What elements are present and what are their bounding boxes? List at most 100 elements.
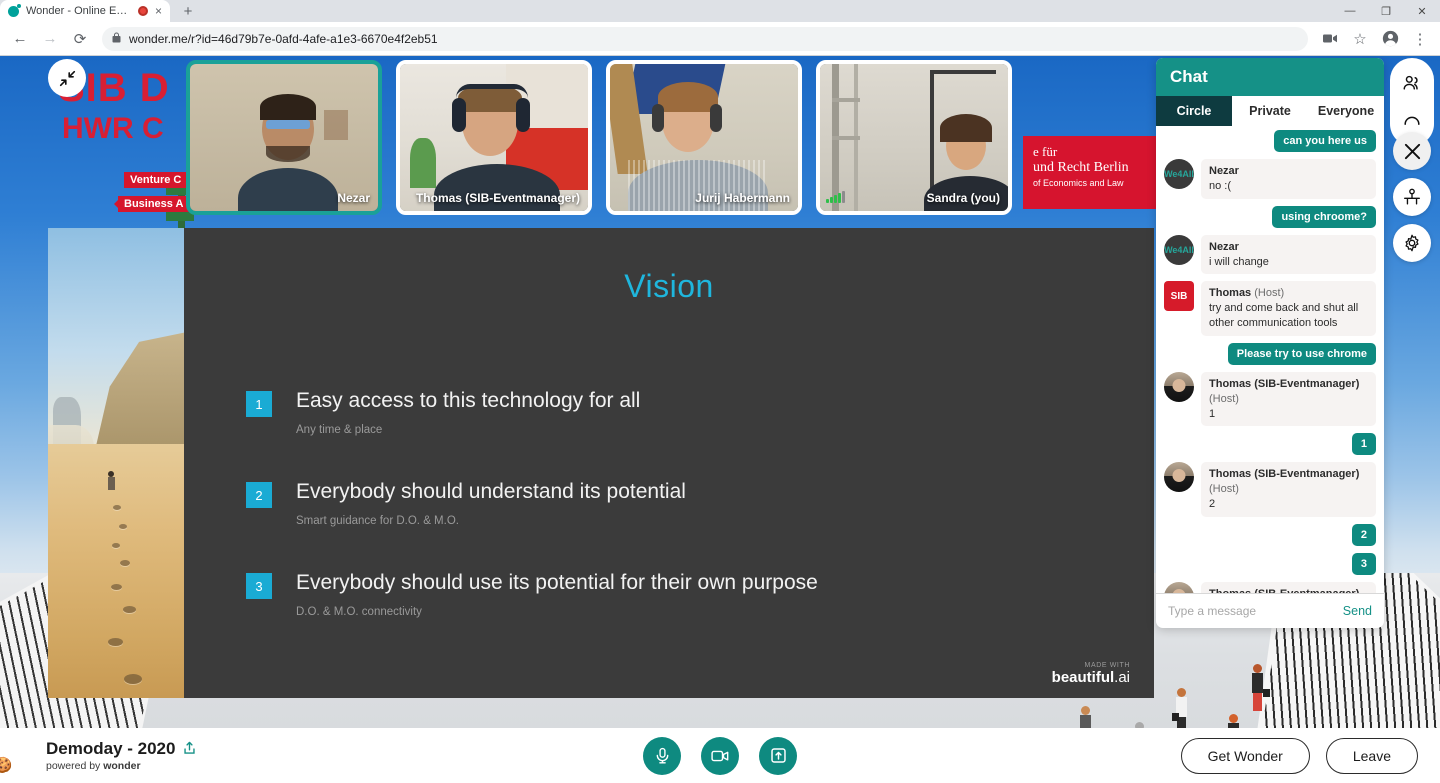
brand-tld: .ai xyxy=(1114,669,1130,686)
new-tab-button[interactable]: + xyxy=(178,4,198,19)
chat-message-list[interactable]: can you here us We4All Nezar no :( using… xyxy=(1156,126,1384,593)
tab-title: Wonder - Online Events xyxy=(26,5,131,17)
video-tile[interactable]: Nezar xyxy=(186,60,382,215)
slide-title: Vision xyxy=(624,268,714,304)
chat-message-incoming: Thomas (SIB-Eventmanager) (Host) 2 xyxy=(1164,462,1376,517)
chat-author-role: (Host) xyxy=(1209,392,1239,405)
bullet-number: 3 xyxy=(246,573,272,599)
avatar[interactable]: 🍪 xyxy=(0,743,24,783)
video-tile[interactable]: Jurij Habermann xyxy=(606,60,802,215)
slide-content: Vision 1 Easy access to this technology … xyxy=(184,228,1154,698)
back-icon[interactable]: ← xyxy=(6,25,34,53)
camera-button[interactable] xyxy=(701,736,739,775)
poster-line-2: und Recht Berlin xyxy=(1033,160,1129,175)
chat-author: Thomas (SIB-Eventmanager) xyxy=(1209,468,1360,481)
chat-message-outgoing: 2 xyxy=(1351,523,1376,546)
slide-bullet: 2 Everybody should understand its potent… xyxy=(246,480,1126,527)
cast-icon[interactable] xyxy=(1316,25,1344,53)
wonder-dot-icon xyxy=(8,3,21,17)
reload-icon[interactable]: ⟳ xyxy=(66,25,94,53)
tile-participant-name: Nezar xyxy=(337,191,370,205)
slide-bullet: 1 Easy access to this technology for all… xyxy=(246,389,1126,436)
chat-author: Nezar xyxy=(1209,165,1239,177)
signal-strength-icon xyxy=(826,191,845,203)
chat-text: 1 xyxy=(1209,407,1216,420)
minimize-button[interactable]: — xyxy=(1332,0,1368,22)
browser-menu-icon[interactable]: ⋮ xyxy=(1406,25,1434,53)
tab-strip: Wonder - Online Events × + — ❐ ✕ xyxy=(0,0,1440,22)
chat-panel: Chat Circle Private Everyone can you her… xyxy=(1156,58,1384,628)
mic-icon xyxy=(656,747,668,764)
bookmark-star-icon[interactable]: ☆ xyxy=(1346,25,1374,53)
slide-photo xyxy=(48,228,184,698)
recording-indicator-icon xyxy=(137,6,148,16)
avatar: SIB xyxy=(1164,281,1194,312)
bottom-actions: Get Wonder Leave xyxy=(1180,737,1418,774)
chat-input-row: Send xyxy=(1156,593,1384,628)
powered-prefix: powered by xyxy=(46,760,104,772)
address-bar[interactable]: wonder.me/r?id=46d79b7e-0afd-4afe-a1e3-6… xyxy=(102,26,1308,51)
bullet-heading: Everybody should understand its potentia… xyxy=(296,480,686,503)
tile-participant-name: Jurij Habermann xyxy=(695,191,790,205)
toolbar-actions: ☆ ⋮ xyxy=(1316,25,1434,53)
slide-bullet-list: 1 Easy access to this technology for all… xyxy=(212,389,1126,618)
chat-text: 2 xyxy=(1209,498,1216,511)
close-icon[interactable]: × xyxy=(155,5,162,17)
screenshare-slide[interactable]: Vision 1 Easy access to this technology … xyxy=(48,228,1154,698)
avatar-figure xyxy=(1252,664,1270,711)
chat-tab-circle[interactable]: Circle xyxy=(1156,96,1232,126)
avatar xyxy=(1164,371,1194,402)
broadcast-icon[interactable] xyxy=(1393,178,1431,216)
bullet-heading: Everybody should use its potential for t… xyxy=(296,571,818,594)
arrows-in-icon xyxy=(59,70,75,86)
chat-tab-everyone[interactable]: Everyone xyxy=(1308,96,1384,126)
chat-message-outgoing: Please try to use chrome xyxy=(1227,342,1376,365)
lock-icon xyxy=(112,32,121,46)
avatar xyxy=(1164,581,1194,593)
screenshare-button[interactable] xyxy=(759,736,797,775)
browser-tab[interactable]: Wonder - Online Events × xyxy=(0,0,170,22)
bullet-number: 1 xyxy=(246,391,272,417)
collapse-fullscreen-button[interactable] xyxy=(48,59,86,97)
bullet-heading: Easy access to this technology for all xyxy=(296,389,641,412)
video-tile[interactable]: Thomas (SIB-Eventmanager) xyxy=(396,60,592,215)
maximize-button[interactable]: ❐ xyxy=(1368,0,1404,22)
video-tile[interactable]: Sandra (you) xyxy=(816,60,1012,215)
gear-icon[interactable] xyxy=(1393,224,1431,262)
avatar: We4All xyxy=(1164,159,1194,189)
share-icon[interactable] xyxy=(183,741,196,758)
participants-icon[interactable] xyxy=(1393,64,1431,102)
chat-message-incoming: SIB Thomas (Host) try and come back and … xyxy=(1164,281,1376,336)
wonder-brand: wonder xyxy=(103,760,141,772)
browser-toolbar: ← → ⟳ wonder.me/r?id=46d79b7e-0afd-4afe-… xyxy=(0,22,1440,56)
chat-author: Thomas (SIB-Eventmanager) xyxy=(1209,377,1360,390)
chat-message-incoming: Thomas (SIB-Eventmanager) (Host) 3 xyxy=(1164,581,1376,593)
avatar: We4All xyxy=(1164,234,1194,265)
video-stream xyxy=(190,64,378,211)
get-wonder-button[interactable]: Get Wonder xyxy=(1180,737,1310,774)
close-icon[interactable] xyxy=(1393,132,1431,170)
forward-icon[interactable]: → xyxy=(36,25,64,53)
chat-author: Thomas (SIB-Eventmanager) xyxy=(1209,588,1359,593)
microphone-button[interactable] xyxy=(643,736,681,775)
video-stream xyxy=(610,64,798,211)
chat-input[interactable] xyxy=(1168,604,1343,618)
cookie-emoji-icon: 🍪 xyxy=(0,756,13,774)
background-subtitle: HWR C xyxy=(62,112,164,145)
chat-author-role: (Host) xyxy=(1209,483,1239,496)
room-title: Demoday - 2020 xyxy=(46,739,176,758)
window-close-button[interactable]: ✕ xyxy=(1404,0,1440,22)
chat-tab-private[interactable]: Private xyxy=(1232,96,1308,126)
browser-window: Wonder - Online Events × + — ❐ ✕ ← → ⟳ w… xyxy=(0,0,1440,783)
send-button[interactable]: Send xyxy=(1343,604,1372,618)
made-with-label: MADE WITH xyxy=(1084,662,1130,669)
profile-icon[interactable] xyxy=(1376,25,1404,53)
poster-line-1: e für xyxy=(1033,144,1058,159)
signpost-label: Venture C xyxy=(124,172,188,188)
bullet-subtext: D.O. & M.O. connectivity xyxy=(296,606,422,618)
chat-message-incoming: We4All Nezar no :( xyxy=(1164,159,1376,199)
avatar xyxy=(1164,462,1194,493)
poster-line-3: of Economics and Law xyxy=(1033,178,1124,188)
window-controls: — ❐ ✕ xyxy=(1332,0,1440,22)
leave-button[interactable]: Leave xyxy=(1325,737,1418,774)
